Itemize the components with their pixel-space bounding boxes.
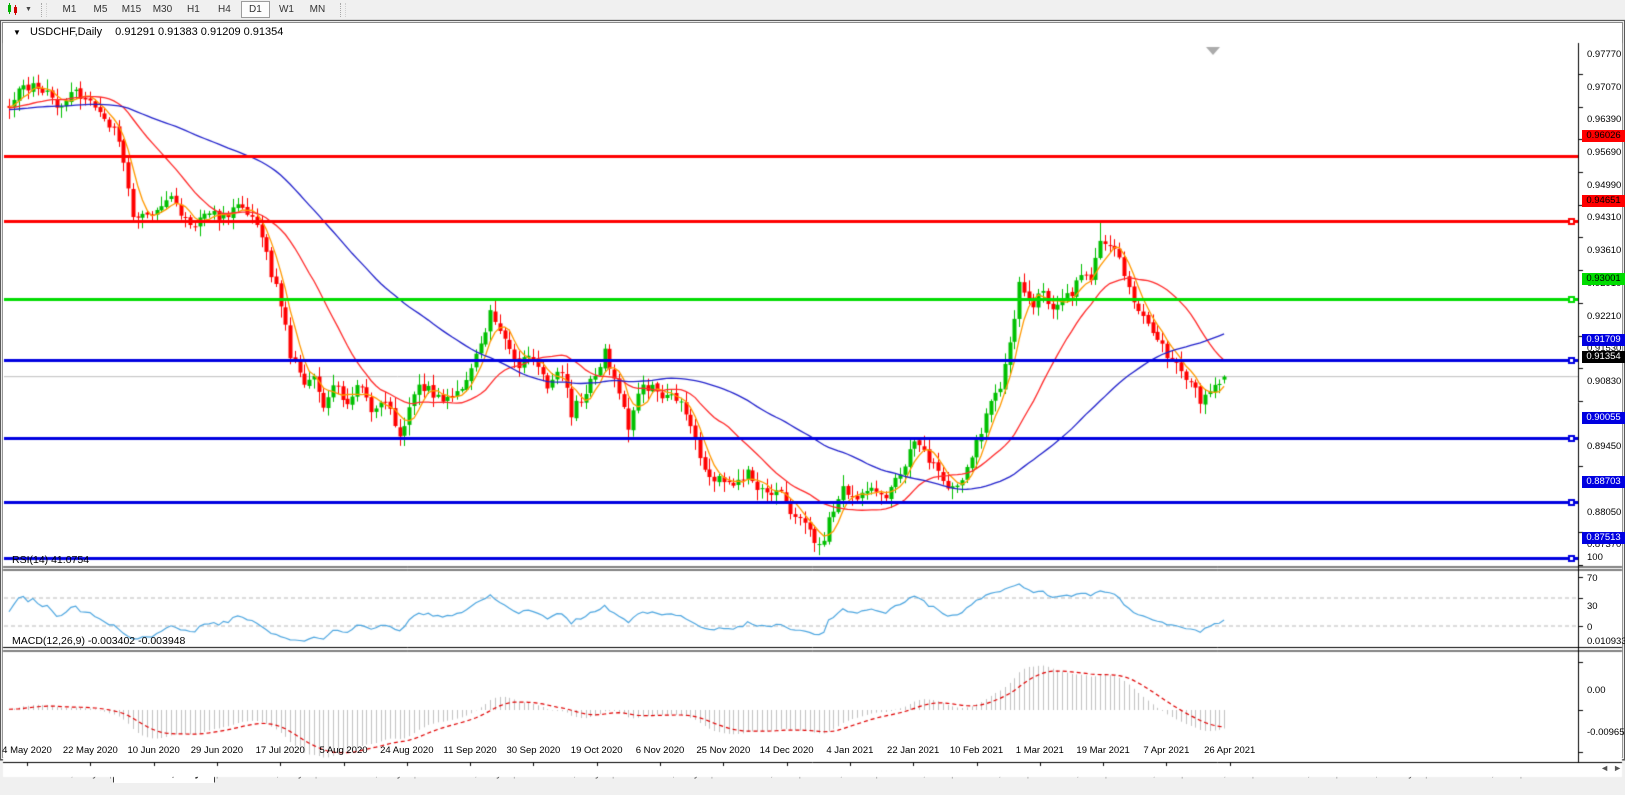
rsi-label: RSI(14) 41.0754 [12,554,89,566]
price-tick-label: 0.89450 [1587,441,1625,452]
macd-tick-label: -0.009653 [1587,727,1625,738]
rsi-tick-label: 0 [1587,622,1625,633]
level-price-label: 0.87513 [1582,532,1625,544]
status-strip [0,784,1625,795]
level-price-label: 0.96026 [1582,130,1625,142]
date-label: 5 Aug 2020 [319,745,367,756]
price-tick-label: 0.96390 [1587,114,1625,125]
timeframe-button-m15[interactable]: M15 [117,1,146,18]
date-label: 24 Aug 2020 [380,745,433,756]
date-label: 10 Jun 2020 [127,745,179,756]
tab-scroll-buttons: ◄ ► [1600,763,1622,773]
chevron-down-icon[interactable]: ▼ [25,6,32,13]
date-label: 29 Jun 2020 [191,745,243,756]
date-label: 19 Mar 2021 [1076,745,1129,756]
level-price-label: 0.91709 [1582,334,1625,346]
toolbar-grip [41,3,47,17]
price-chart-canvas[interactable] [0,40,1625,780]
date-label: 4 May 2020 [2,745,52,756]
date-label: 30 Sep 2020 [506,745,560,756]
timeframe-button-h4[interactable]: H4 [210,1,239,18]
date-label: 6 Nov 2020 [636,745,685,756]
date-label: 25 Nov 2020 [696,745,750,756]
rsi-tick-label: 30 [1587,601,1625,612]
date-label: 19 Oct 2020 [571,745,623,756]
chart-title: ▼ USDCHF,Daily 0.91291 0.91383 0.91209 0… [13,26,283,38]
toolbar-grip [340,3,346,17]
price-tick-label: 0.95690 [1587,147,1625,158]
date-label: 10 Feb 2021 [950,745,1003,756]
timeframe-button-m1[interactable]: M1 [55,1,84,18]
date-label: 26 Apr 2021 [1204,745,1255,756]
timeframe-button-m5[interactable]: M5 [86,1,115,18]
date-label: 7 Apr 2021 [1143,745,1189,756]
date-label: 1 Mar 2021 [1016,745,1064,756]
date-label: 14 Dec 2020 [760,745,814,756]
timeframe-button-h1[interactable]: H1 [179,1,208,18]
tab-scroll-right-icon[interactable]: ► [1613,763,1622,773]
price-tick-label: 0.92210 [1587,311,1625,322]
price-tick-label: 0.97070 [1587,82,1625,93]
rsi-tick-label: 100 [1587,552,1625,563]
macd-tick-label: 0.010933 [1587,636,1625,647]
price-tick-label: 0.88050 [1587,507,1625,518]
macd-tick-label: 0.00 [1587,685,1625,696]
date-label: 17 Jul 2020 [256,745,305,756]
level-price-label: 0.94651 [1582,195,1625,207]
mini-candles-icon [6,3,22,16]
price-tick-label: 0.94310 [1587,212,1625,223]
level-price-label: 0.93001 [1582,273,1625,285]
date-label: 22 Jan 2021 [887,745,939,756]
timeframe-button-m30[interactable]: M30 [148,1,177,18]
price-tick-label: 0.97770 [1587,49,1625,60]
timeframe-button-w1[interactable]: W1 [272,1,301,18]
tab-scroll-left-icon[interactable]: ◄ [1600,763,1609,773]
date-label: 22 May 2020 [63,745,118,756]
current-price-label: 0.91354 [1582,351,1625,363]
mt4-application: ▼ M1M5M15M30H1H4D1W1MN ▼ USDCHF,Daily 0.… [0,0,1625,795]
timeframe-buttons: M1M5M15M30H1H4D1W1MN [54,1,333,18]
level-price-label: 0.90055 [1582,412,1625,424]
timeframe-button-d1[interactable]: D1 [241,1,270,18]
ohlc-readout: 0.91291 0.91383 0.91209 0.91354 [115,26,283,38]
timeframe-toolbar: ▼ M1M5M15M30H1H4D1W1MN [0,0,1625,20]
date-label: 4 Jan 2021 [826,745,873,756]
rsi-tick-label: 70 [1587,573,1625,584]
chart-type-icon[interactable]: ▼ [4,2,34,18]
price-tick-label: 0.93610 [1587,245,1625,256]
macd-label: MACD(12,26,9) -0.003402 -0.003948 [12,635,185,647]
symbol-label: USDCHF,Daily [30,26,102,38]
chart-window [0,20,1625,760]
collapse-icon[interactable]: ▼ [13,28,21,37]
price-tick-label: 0.94990 [1587,180,1625,191]
timeframe-button-mn[interactable]: MN [303,1,332,18]
level-price-label: 0.88703 [1582,476,1625,488]
price-tick-label: 0.90830 [1587,376,1625,387]
date-label: 11 Sep 2020 [444,745,497,756]
